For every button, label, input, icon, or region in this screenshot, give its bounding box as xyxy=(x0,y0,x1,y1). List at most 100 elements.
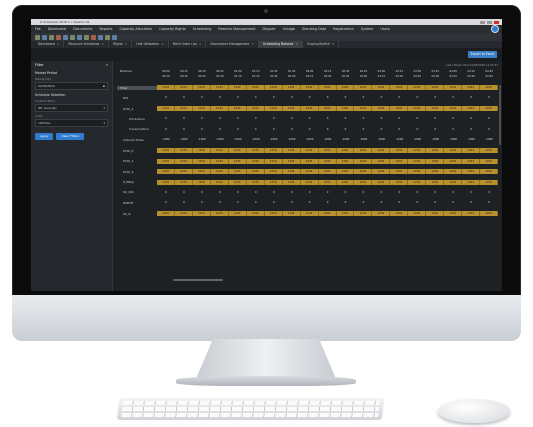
grid-cell[interactable]: 1234 xyxy=(318,106,337,111)
grid-cell[interactable]: 0 xyxy=(462,128,480,131)
grid-cell[interactable]: 1234 xyxy=(228,158,247,164)
grid-cell[interactable]: 1234 xyxy=(300,106,319,111)
grid-cell[interactable]: 0 xyxy=(265,201,283,204)
grid-cell[interactable]: 1234 xyxy=(408,211,427,216)
grid-cell[interactable]: 0 xyxy=(175,117,193,120)
grid-cell[interactable]: 1234 xyxy=(444,179,463,185)
time-header-cell[interactable]: 01:15 xyxy=(229,75,247,78)
grid-cell[interactable]: 0 xyxy=(354,117,372,120)
table-row[interactable]: STOI_0 1234 1234 1234 1234 1234 1234 1234 1234 12… xyxy=(117,148,499,153)
time-header-cell[interactable]: 01:45 xyxy=(283,70,301,73)
units-select[interactable]: 100 files ▾ xyxy=(35,119,108,127)
time-header-cell[interactable]: 02:30 xyxy=(319,75,337,78)
grid-cell[interactable]: -1000 xyxy=(211,138,229,141)
grid-cell[interactable]: 0 xyxy=(211,191,229,194)
grid-cell[interactable]: 0 xyxy=(247,128,265,131)
time-header-cell[interactable]: 02:00 xyxy=(301,70,319,73)
clear-filters-button[interactable]: Clear Filters xyxy=(56,133,85,140)
grid-cell[interactable]: 1234 xyxy=(444,211,463,216)
table-row[interactable]: Total 1234 1234 1234 1234 1234 1234 1234 1234 123… xyxy=(117,85,499,90)
grid-cell[interactable]: 1234 xyxy=(372,85,391,90)
grid-cell[interactable]: 1234 xyxy=(354,211,373,216)
grid-cell[interactable]: 0 xyxy=(175,191,193,194)
grid-cell[interactable]: 1234 xyxy=(354,106,373,111)
time-header-cell[interactable]: 00:00 xyxy=(157,70,175,73)
menu-item-documents[interactable]: Documents xyxy=(73,27,92,31)
grid-cell[interactable]: 0 xyxy=(426,117,444,120)
grid-cell[interactable]: 1234 xyxy=(282,211,301,216)
grid-cell[interactable]: 1234 xyxy=(192,148,211,153)
table-row[interactable]: DIS 0 0 0 0 0 0 0 0 0 0 0 0 0 0 0 0 0 0 0 xyxy=(117,96,498,100)
grid-cell[interactable]: 1234 xyxy=(408,169,427,174)
grid-cell[interactable]: 1234 xyxy=(426,211,445,216)
market-period-section[interactable]: Market Period xyxy=(35,71,108,75)
grid-cell[interactable]: 1234 xyxy=(264,169,283,174)
grid-cell[interactable]: 1234 xyxy=(390,148,409,153)
grid-cell[interactable]: 1234 xyxy=(210,148,229,153)
grid-cell[interactable]: 1234 xyxy=(174,179,193,185)
table-row[interactable]: STOI_2 1234 1234 1234 1234 1234 1234 1234 1234 12… xyxy=(117,169,499,174)
time-header-cell[interactable]: 02:15 xyxy=(301,75,319,78)
grid-cell[interactable]: 1234 xyxy=(462,211,481,216)
maximize-button[interactable] xyxy=(487,20,492,24)
grid-cell[interactable]: 0 xyxy=(408,201,426,204)
stop-icon[interactable] xyxy=(91,34,96,40)
tab-rights[interactable]: Rights × xyxy=(109,41,133,48)
grid-cell[interactable]: 1234 xyxy=(372,148,391,153)
grid-cell[interactable]: 1234 xyxy=(336,179,355,185)
menu-item-users[interactable]: Users xyxy=(380,27,390,31)
apply-button[interactable]: Apply xyxy=(35,133,54,140)
table-row[interactable]: P_PROJ 1234 1234 1234 1234 1234 1234 1234 1234 12… xyxy=(117,179,499,185)
grid-cell[interactable]: 0 xyxy=(211,117,229,120)
grid-cell[interactable]: 1234 xyxy=(246,148,265,153)
grid-cell[interactable]: 0 xyxy=(193,96,211,99)
grid-cell[interactable]: -1000 xyxy=(247,138,265,141)
grid-cell[interactable]: 0 xyxy=(337,191,355,194)
grid-cell[interactable]: -1000 xyxy=(283,138,301,141)
grid-cell[interactable]: 1234 xyxy=(174,158,193,164)
grid-cell[interactable]: 0 xyxy=(265,117,283,120)
filter-icon[interactable] xyxy=(84,34,89,40)
close-icon[interactable]: × xyxy=(251,42,254,46)
grid-cell[interactable]: 1234 xyxy=(300,179,319,185)
table-row[interactable]: STOI_1 1234 1234 1234 1234 1234 1234 1234 1234 12… xyxy=(117,158,499,164)
grid-cell[interactable]: 1234 xyxy=(192,211,211,216)
grid-cell[interactable]: 1234 xyxy=(210,106,229,111)
grid-cell[interactable]: 0 xyxy=(301,117,319,120)
grid-cell[interactable]: 1234 xyxy=(264,158,283,164)
time-header-cell[interactable]: 03:15 xyxy=(372,75,390,78)
grid-cell[interactable]: 0 xyxy=(247,96,265,99)
horizontal-scrollbar[interactable] xyxy=(173,279,223,281)
grid-cell[interactable]: 0 xyxy=(265,191,283,194)
close-icon[interactable]: × xyxy=(161,42,164,46)
grid-cell[interactable]: 1234 xyxy=(426,169,445,174)
close-button[interactable] xyxy=(494,20,499,24)
time-header-cell[interactable]: 04:30 xyxy=(480,70,498,73)
time-header-cell[interactable]: 03:45 xyxy=(426,70,444,73)
time-header-cell[interactable]: 03:45 xyxy=(408,75,426,78)
grid-cell[interactable]: 0 xyxy=(372,117,390,120)
grid-cell[interactable]: 1234 xyxy=(210,179,229,185)
close-icon[interactable]: × xyxy=(57,42,60,46)
grid-cell[interactable]: 1234 xyxy=(354,148,373,153)
menu-item-outage[interactable]: Outage xyxy=(283,27,295,31)
menu-item-reserve-management[interactable]: Reserve Management xyxy=(218,27,255,31)
tab-unit-utilization[interactable]: Unit Utilization × xyxy=(132,41,169,48)
grid-cell[interactable]: 0 xyxy=(480,201,498,204)
grid-cell[interactable]: 0 xyxy=(480,96,498,99)
grid-cell[interactable]: 0 xyxy=(426,201,444,204)
close-icon[interactable]: × xyxy=(101,42,104,46)
grid-cell[interactable]: 1234 xyxy=(318,211,337,216)
vertical-scrollbar[interactable] xyxy=(499,85,501,145)
menu-item-scheduling[interactable]: Scheduling xyxy=(193,27,212,31)
table-row[interactable]: SC_R 1234 1234 1234 1234 1234 1234 1234 1234 1234… xyxy=(117,211,499,216)
grid-cell[interactable]: 1234 xyxy=(408,106,427,111)
grid-cell[interactable]: 0 xyxy=(390,201,408,204)
menu-item-registration[interactable]: Registration xyxy=(333,27,353,31)
grid-cell[interactable]: 0 xyxy=(247,117,265,120)
grid-cell[interactable]: 0 xyxy=(337,201,355,204)
grid-cell[interactable]: 0 xyxy=(444,128,462,131)
grid-cell[interactable]: 0 xyxy=(283,191,301,194)
grid-cell[interactable]: 0 xyxy=(444,191,462,194)
grid-cell[interactable]: 0 xyxy=(462,117,480,120)
